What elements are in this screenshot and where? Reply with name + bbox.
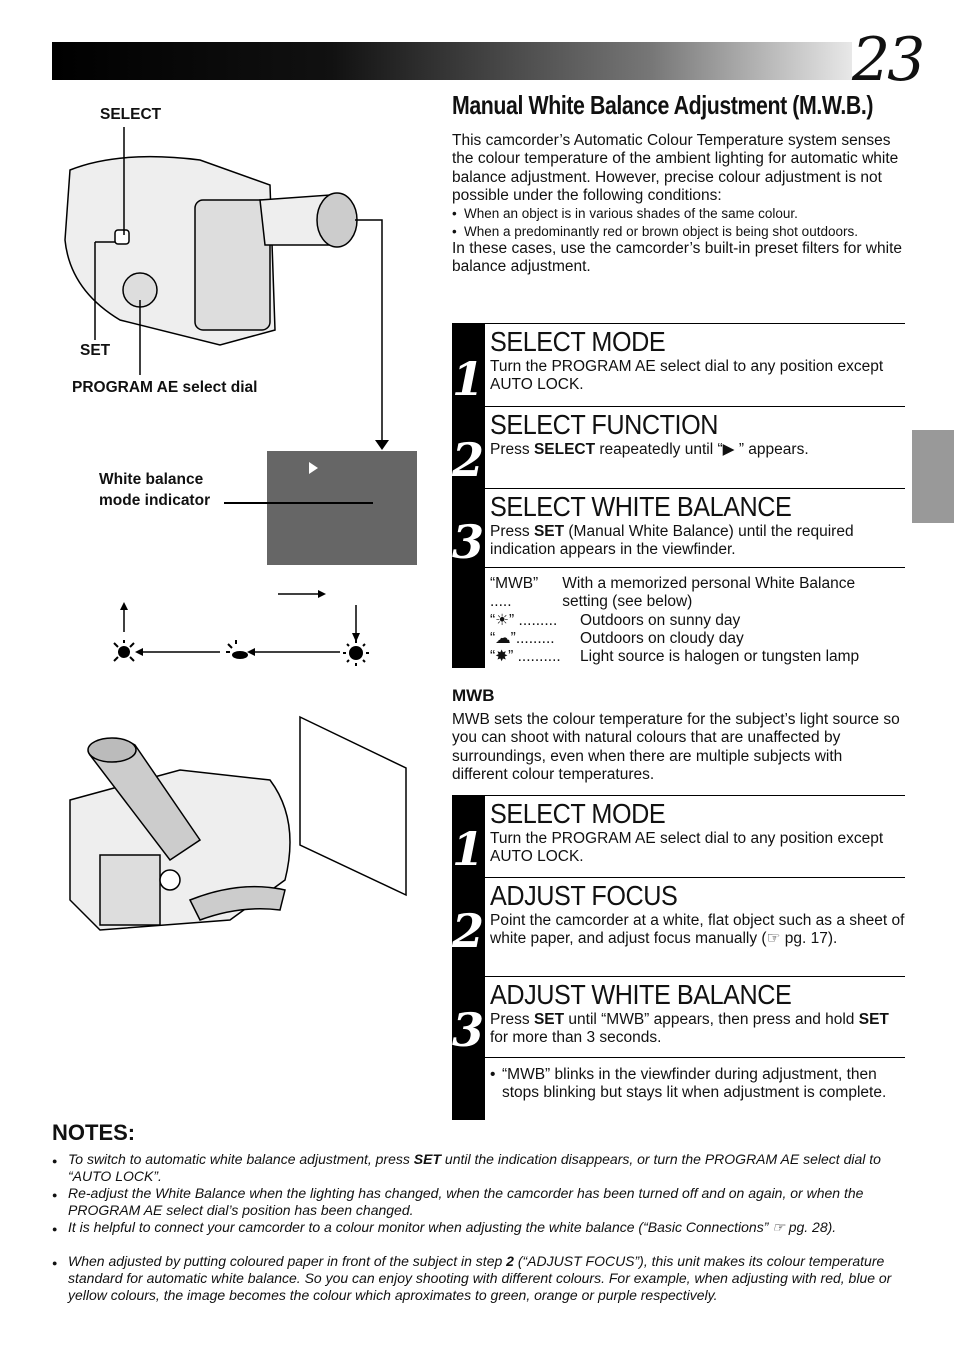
- page-title: Manual White Balance Adjustment (M.W.B.): [452, 90, 874, 120]
- steps-select-white-balance: 1 SELECT MODE Turn the PROGRAM AE select…: [452, 323, 905, 668]
- step-body: Point the camcorder at a white, flat obj…: [490, 912, 905, 948]
- intro-paragraph: In these cases, use the camcorder’s buil…: [452, 240, 902, 276]
- step-3: 3 SELECT WHITE BALANCE Press SET (Manual…: [452, 488, 905, 567]
- step-title: ADJUST WHITE BALANCE: [490, 979, 792, 1010]
- step-body: Press SET (Manual White Balance) until t…: [490, 523, 854, 559]
- mwb-body: MWB sets the colour temperature for the …: [452, 711, 900, 783]
- step-note: • “MWB” blinks in the viewfinder during a…: [490, 1066, 887, 1102]
- step-2: 2 ADJUST FOCUS Point the camcorder at a …: [452, 877, 905, 956]
- note-item: Re-adjust the White Balance when the lig…: [52, 1185, 902, 1219]
- camcorder-side-view: [69, 737, 291, 931]
- note-item: It is helpful to connect your camcorder …: [52, 1219, 902, 1238]
- sunny-icon: [343, 640, 369, 666]
- step-number: 3: [451, 1003, 484, 1057]
- step-1: 1 SELECT MODE Turn the PROGRAM AE select…: [452, 323, 905, 404]
- steps-mwb: 1 SELECT MODE Turn the PROGRAM AE select…: [452, 795, 905, 1120]
- bullet-text: When an object is in various shades of t…: [464, 206, 798, 222]
- mode-item: “☀” ......... Outdoors on sunny day: [490, 611, 741, 629]
- step-body: Turn the PROGRAM AE select dial to any p…: [490, 358, 884, 394]
- cloudy-icon: [226, 640, 248, 659]
- step-title: SELECT MODE: [490, 326, 666, 357]
- mode-item: “MWB” ..... With a memorized personal Whi…: [490, 575, 856, 611]
- mode-item: “☁”......... Outdoors on cloudy day: [490, 629, 744, 647]
- white-paper: [299, 715, 407, 897]
- step-number: 1: [451, 822, 484, 876]
- step-body: Turn the PROGRAM AE select dial to any p…: [490, 830, 884, 866]
- notes-heading: NOTES:: [52, 1120, 136, 1145]
- note-item: To switch to automatic white balance adj…: [52, 1151, 902, 1185]
- intro-bullet: • When an object is in various shades of …: [452, 206, 798, 222]
- mwb-heading: MWB: [452, 686, 495, 705]
- side-tab: [912, 430, 954, 523]
- step-number: 2: [451, 433, 484, 487]
- step-title: ADJUST FOCUS: [490, 880, 678, 911]
- step-title: SELECT MODE: [490, 798, 666, 829]
- step-number: 1: [451, 352, 484, 406]
- halogen-icon: [113, 640, 135, 662]
- viewfinder-display: [267, 451, 417, 565]
- intro: This camcorder’s Automatic Colour Temper…: [452, 132, 902, 277]
- step-3: 3 ADJUST WHITE BALANCE Press SET until “…: [452, 976, 905, 1055]
- step-2: 2 SELECT FUNCTION Press SELECT reapeated…: [452, 406, 905, 485]
- step-title: SELECT FUNCTION: [490, 409, 719, 440]
- intro-bullet: • When a predominantly red or brown objec…: [452, 223, 858, 239]
- bullet-text: When a predominantly red or brown object…: [464, 223, 858, 239]
- step-body: Press SET until “MWB” appears, then pres…: [490, 1011, 889, 1047]
- mode-item: “✸” .......... Light source is halogen or…: [490, 648, 860, 666]
- intro-paragraph: This camcorder’s Automatic Colour Temper…: [452, 132, 899, 204]
- page-number: 23: [852, 25, 925, 95]
- step-1: 1 SELECT MODE Turn the PROGRAM AE select…: [452, 795, 905, 874]
- step-body: Press SELECT reapeatedly until “▶ ” appe…: [490, 441, 809, 458]
- step-title: SELECT WHITE BALANCE: [490, 491, 792, 522]
- mode-list: “MWB” ..... With a memorized personal Whi…: [490, 575, 905, 666]
- step-number: 3: [451, 515, 484, 569]
- camcorder-illustration: [64, 127, 417, 931]
- step-number: 2: [451, 904, 484, 958]
- note-item: When adjusted by putting coloured paper …: [52, 1253, 902, 1304]
- camcorder-top-view: [64, 155, 358, 346]
